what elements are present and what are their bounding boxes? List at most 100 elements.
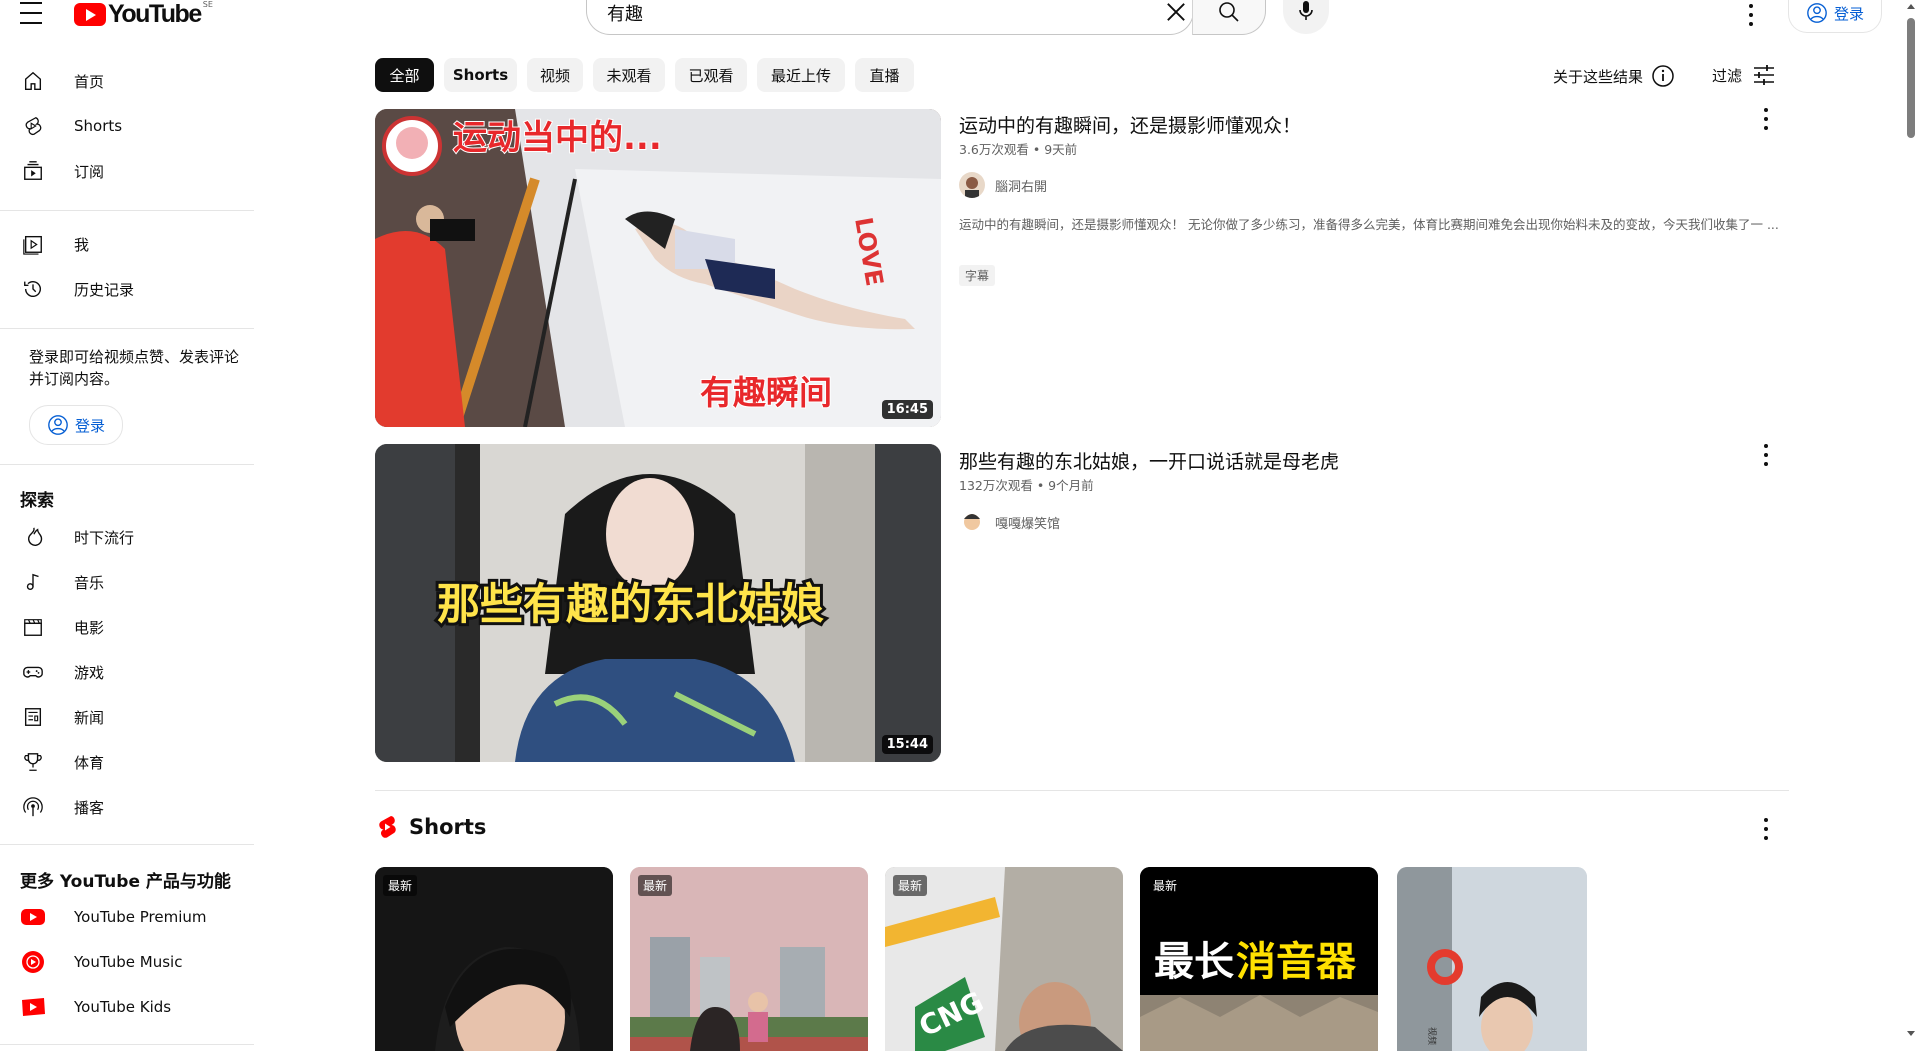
chip-all[interactable]: 全部 — [375, 58, 434, 92]
settings-more-icon[interactable] — [1748, 4, 1754, 26]
new-badge: 最新 — [1148, 875, 1183, 896]
channel-name: 嘎嘎爆笑馆 — [995, 516, 1061, 532]
signin-label: 登录 — [1833, 4, 1864, 23]
short-thumbnail: 视频 — [1397, 867, 1587, 1051]
filter-button[interactable]: 过滤 — [1712, 64, 1776, 86]
explore-heading: 探索 — [20, 491, 54, 511]
sidebar-divider — [0, 210, 254, 211]
sidebar-item-label: 我 — [74, 235, 90, 254]
short-card[interactable]: 最长 消音器 最新 — [1140, 867, 1378, 1051]
sidebar-item-news[interactable]: 新闻 — [20, 698, 240, 736]
sidebar-item-label: 订阅 — [74, 162, 105, 181]
thumbnail-text: 运动当中的... — [453, 118, 662, 158]
sidebar-divider — [0, 328, 254, 329]
about-results-button[interactable]: 关于这些结果 — [1553, 64, 1675, 88]
channel-avatar — [959, 509, 985, 535]
new-badge: 最新 — [638, 875, 673, 896]
search-box — [586, 0, 1194, 35]
video-thumbnail[interactable]: 运动当中的... 有趣瞬间 LOVE 16:45 — [375, 109, 941, 427]
sidebar-item-label: YouTube Premium — [74, 908, 207, 926]
search-input[interactable] — [605, 0, 1129, 26]
video-title-link[interactable]: 运动中的有趣瞬间，还是摄影师懂观众！ — [959, 111, 1301, 138]
short-card[interactable]: CNG 最新 — [885, 867, 1123, 1051]
chip-shorts[interactable]: Shorts — [444, 58, 517, 92]
shorts-more-icon[interactable] — [1763, 818, 1769, 840]
sidebar-item-youtube-premium[interactable]: YouTube Premium — [20, 898, 240, 936]
voice-search-button[interactable] — [1283, 0, 1329, 34]
sidebar-item-sports[interactable]: 体育 — [20, 743, 240, 781]
sidebar-item-music[interactable]: 音乐 — [20, 563, 240, 601]
country-code: SE — [202, 0, 213, 9]
more-products-heading: 更多 YouTube 产品与功能 — [20, 872, 231, 892]
video-more-icon[interactable] — [1763, 444, 1769, 466]
new-badge: 最新 — [893, 875, 928, 896]
signin-button[interactable]: 登录 — [1788, 0, 1882, 33]
video-duration: 16:45 — [881, 400, 933, 419]
sidebar-item-home[interactable]: 首页 — [20, 62, 240, 100]
channel-name: 腦洞右開 — [995, 179, 1048, 195]
thumbnail-text: 那些有趣的东北姑娘 — [437, 580, 824, 630]
youtube-play-icon — [74, 2, 106, 26]
account-icon — [1807, 3, 1827, 23]
home-icon — [20, 68, 46, 94]
sidebar-signin-button[interactable]: 登录 — [29, 405, 123, 445]
menu-icon[interactable] — [20, 2, 46, 24]
search-button[interactable] — [1192, 0, 1266, 35]
sidebar-item-podcasts[interactable]: 播客 — [20, 788, 240, 826]
scroll-down-arrow-icon[interactable] — [1906, 1030, 1916, 1038]
section-divider — [375, 790, 1789, 791]
sidebar-item-shorts[interactable]: Shorts — [20, 107, 240, 145]
short-card[interactable]: 最新 — [630, 867, 868, 1051]
sidebar-item-movies[interactable]: 电影 — [20, 608, 240, 646]
chip-live[interactable]: 直播 — [855, 58, 914, 92]
sidebar-item-subscriptions[interactable]: 订阅 — [20, 152, 240, 190]
shorts-shelf-title: Shorts — [409, 815, 487, 839]
video-thumbnail[interactable]: 那些有趣的东北姑娘 15:44 — [375, 444, 941, 762]
sidebar-item-you[interactable]: 我 — [20, 225, 240, 263]
thumbnail-image: 运动当中的... 有趣瞬间 LOVE — [375, 109, 941, 427]
short-thumbnail-text: 最长 — [1154, 939, 1234, 985]
video-description: 运动中的有趣瞬间，还是摄影师懂观众！ 无论你做了多少练习，准备得多么完美，体育比… — [959, 217, 1779, 232]
sidebar-divider — [0, 844, 254, 845]
sidebar-item-history[interactable]: 历史记录 — [20, 270, 240, 308]
scrollbar-thumb[interactable] — [1907, 18, 1915, 138]
youtube-logo[interactable]: YouTube SE — [74, 0, 213, 28]
sidebar-item-label: 音乐 — [74, 573, 105, 592]
chip-videos[interactable]: 视频 — [527, 58, 583, 92]
video-duration: 15:44 — [881, 735, 933, 754]
short-card[interactable]: 最新 — [375, 867, 613, 1051]
sidebar-divider — [0, 464, 254, 465]
video-title-link[interactable]: 那些有趣的东北姑娘，一开口说话就是母老虎 — [959, 447, 1339, 474]
short-thumbnail-text: 视频 — [1426, 1027, 1438, 1045]
video-metadata: 3.6万次观看 • 9天前 — [959, 142, 1078, 157]
sidebar-item-label: Shorts — [74, 117, 123, 135]
clear-icon[interactable] — [1162, 0, 1190, 26]
sidebar-divider — [0, 1044, 254, 1045]
chip-unwatched[interactable]: 未观看 — [593, 58, 665, 92]
chip-watched[interactable]: 已观看 — [675, 58, 747, 92]
video-more-icon[interactable] — [1763, 108, 1769, 130]
history-icon — [20, 276, 46, 302]
new-badge: 最新 — [383, 875, 418, 896]
sidebar-item-label: 游戏 — [74, 663, 105, 682]
chip-recently-uploaded[interactable]: 最近上传 — [757, 58, 845, 92]
page-scrollbar[interactable] — [1903, 0, 1919, 1051]
sidebar-item-label: 体育 — [74, 753, 105, 772]
channel-link[interactable]: 腦洞右開 — [959, 172, 1047, 198]
logo-text: YouTube — [108, 0, 202, 28]
you-icon — [20, 231, 46, 257]
filter-sliders-icon — [1754, 65, 1775, 85]
scroll-up-arrow-icon[interactable] — [1906, 2, 1916, 10]
sidebar-item-youtube-music[interactable]: YouTube Music — [20, 943, 240, 981]
youtube-premium-icon — [20, 904, 46, 930]
subscriptions-icon — [20, 158, 46, 184]
channel-link[interactable]: 嘎嘎爆笑馆 — [959, 509, 1060, 535]
movies-icon — [20, 614, 46, 640]
shorts-icon — [20, 113, 46, 139]
short-card[interactable]: 视频 — [1397, 867, 1587, 1051]
sidebar-item-label: 电影 — [74, 618, 105, 637]
thumbnail-text: 有趣瞬间 — [700, 373, 832, 412]
sidebar-item-trending[interactable]: 时下流行 — [20, 518, 240, 556]
sidebar-item-gaming[interactable]: 游戏 — [20, 653, 240, 691]
sidebar-item-youtube-kids[interactable]: YouTube Kids — [20, 988, 240, 1026]
